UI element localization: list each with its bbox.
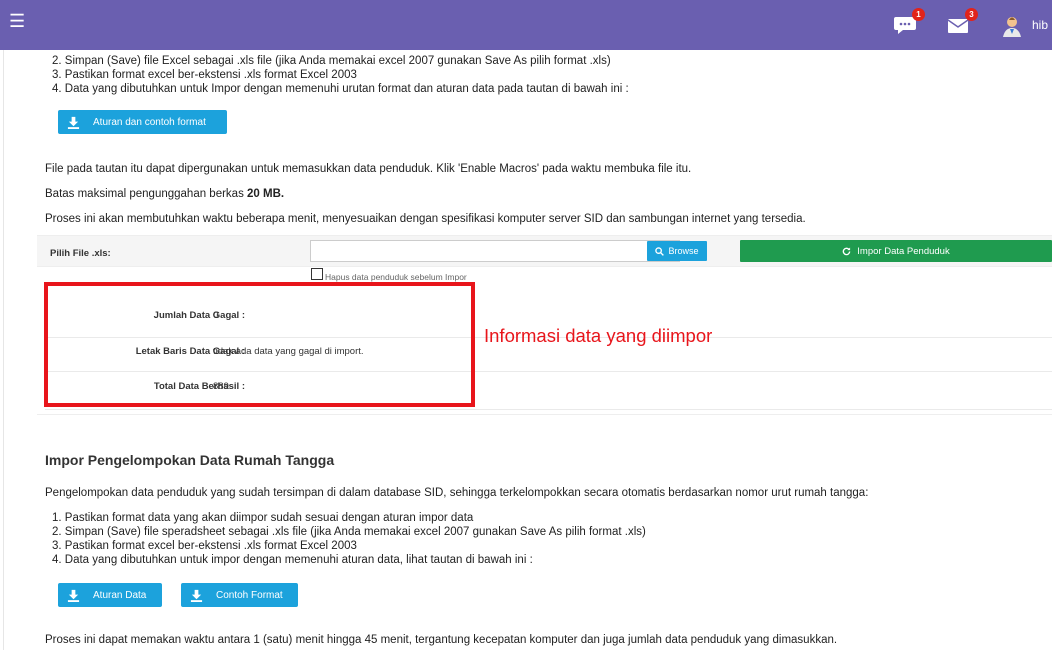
- format-example-button[interactable]: Contoh Format: [181, 583, 298, 607]
- list-item: 4. Data yang dibutuhkan untuk Impor deng…: [52, 83, 629, 95]
- section-divider: [37, 414, 1052, 415]
- file-input[interactable]: [310, 240, 680, 262]
- data-rules-button-label: Aturan Data: [93, 589, 147, 601]
- chat-badge: 1: [912, 8, 925, 21]
- upload-limit-paragraph: Batas maksimal pengunggahan berkas 20 MB…: [45, 188, 284, 200]
- list-item: 2. Simpan (Save) file Excel sebagai .xls…: [52, 55, 611, 67]
- macros-paragraph: File pada tautan itu dapat dipergunakan …: [45, 163, 692, 175]
- hamburger-icon[interactable]: ☰: [9, 12, 25, 30]
- section-intro: Pengelompokan data penduduk yang sudah t…: [45, 487, 869, 499]
- mail-notification-button[interactable]: 3: [946, 8, 978, 36]
- user-avatar-icon: [1003, 17, 1021, 37]
- download-icon: [67, 589, 80, 602]
- search-icon: [655, 246, 665, 256]
- upload-instructions-list: 2. Simpan (Save) file Excel sebagai .xls…: [52, 54, 629, 96]
- section-title: Impor Pengelompokan Data Rumah Tangga: [45, 452, 335, 468]
- list-item: 4. Data yang dibutuhkan untuk impor deng…: [52, 554, 533, 566]
- format-rules-button[interactable]: Aturan dan contoh format: [58, 110, 227, 134]
- list-item: 2. Simpan (Save) file speradsheet sebaga…: [52, 526, 646, 538]
- user-avatar[interactable]: [1000, 14, 1024, 37]
- import-residents-button-label: Impor Data Penduduk: [857, 245, 950, 257]
- format-rules-button-label: Aturan dan contoh format: [93, 116, 206, 128]
- list-item: 3. Pastikan format excel ber-ekstensi .x…: [52, 69, 357, 81]
- process-paragraph: Proses ini akan membutuhkan waktu bebera…: [45, 213, 806, 225]
- download-icon: [67, 116, 80, 129]
- list-item: 1. Pastikan format data yang akan diimpo…: [52, 512, 474, 524]
- clear-data-checkbox-label: Hapus data penduduk sebelum Impor: [325, 272, 467, 282]
- format-example-button-label: Contoh Format: [216, 589, 283, 601]
- browse-button[interactable]: Browse: [647, 241, 707, 261]
- chat-notification-button[interactable]: 1: [893, 8, 925, 36]
- data-rules-button[interactable]: Aturan Data: [58, 583, 162, 607]
- mail-badge: 3: [965, 8, 978, 21]
- upload-limit-value: 20 MB.: [247, 188, 285, 200]
- list-item: 3. Pastikan format excel ber-ekstensi .x…: [52, 540, 357, 552]
- file-label: Pilih File .xls:: [50, 248, 111, 259]
- user-name[interactable]: hib: [1032, 18, 1048, 32]
- annotation-highlight-box: [44, 282, 475, 407]
- upload-limit-text: Batas maksimal pengunggahan berkas: [45, 188, 248, 200]
- download-icon: [190, 589, 203, 602]
- top-navbar: ☰ 1 3 hib: [0, 0, 1052, 50]
- household-steps-list: 1. Pastikan format data yang akan diimpo…: [52, 511, 646, 567]
- footer-paragraph: Proses ini dapat memakan waktu antara 1 …: [45, 634, 838, 646]
- import-residents-button[interactable]: Impor Data Penduduk: [740, 240, 1052, 262]
- clear-data-checkbox[interactable]: [311, 268, 323, 280]
- annotation-text: Informasi data yang diimpor: [484, 325, 713, 346]
- refresh-icon: [842, 246, 851, 255]
- browse-button-label: Browse: [668, 246, 699, 256]
- file-upload-row: Pilih File .xls: Browse Impor Data Pendu…: [37, 235, 1052, 267]
- content-left-border: [3, 50, 4, 650]
